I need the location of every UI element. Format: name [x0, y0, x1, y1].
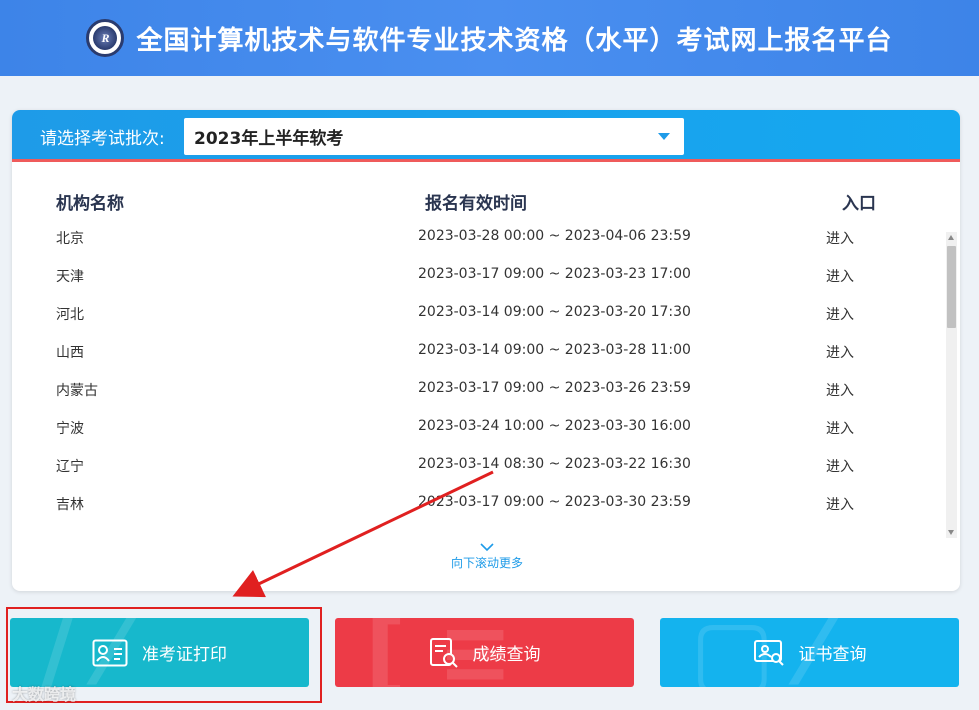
- org-name: 天津: [56, 269, 84, 285]
- ticket-print-label: 准考证打印: [142, 645, 227, 665]
- batch-selected-value: 2023年上半年软考: [194, 129, 344, 149]
- table-row: 辽宁 2023-03-14 08:30 ~ 2023-03-22 16:30 进…: [12, 456, 942, 494]
- org-name: 内蒙古: [56, 383, 98, 399]
- enter-link[interactable]: 进入: [826, 418, 854, 438]
- scroll-more-label: 向下滚动更多: [450, 556, 523, 570]
- table-row: 内蒙古 2023-03-17 09:00 ~ 2023-03-26 23:59 …: [12, 380, 942, 418]
- document-search-icon: [429, 637, 459, 669]
- enter-link[interactable]: 进入: [826, 380, 854, 400]
- table-row: 天津 2023-03-17 09:00 ~ 2023-03-23 17:00 进…: [12, 266, 942, 304]
- org-time: 2023-03-17 09:00 ~ 2023-03-30 23:59: [418, 494, 691, 510]
- scroll-down-icon[interactable]: [948, 530, 954, 535]
- org-time: 2023-03-14 08:30 ~ 2023-03-22 16:30: [418, 456, 691, 472]
- org-time: 2023-03-17 09:00 ~ 2023-03-26 23:59: [418, 380, 691, 396]
- id-card-icon: [92, 639, 128, 667]
- page-title: 全国计算机技术与软件专业技术资格（水平）考试网上报名平台: [136, 25, 893, 56]
- table-row: 河北 2023-03-14 09:00 ~ 2023-03-20 17:30 进…: [12, 304, 942, 342]
- org-name: 吉林: [56, 497, 84, 513]
- column-header-time: 报名有效时间: [425, 194, 527, 214]
- org-time: 2023-03-17 09:00 ~ 2023-03-23 17:00: [418, 266, 691, 282]
- org-time: 2023-03-24 10:00 ~ 2023-03-30 16:00: [418, 418, 691, 434]
- scroll-up-icon[interactable]: [948, 235, 954, 240]
- scroll-thumb[interactable]: [947, 246, 956, 328]
- org-name: 北京: [56, 231, 84, 247]
- enter-link[interactable]: 进入: [826, 342, 854, 362]
- list-scrollbar[interactable]: [946, 232, 957, 538]
- certificate-search-icon: [753, 639, 785, 667]
- chevron-down-icon: [480, 543, 494, 552]
- column-header-name: 机构名称: [56, 194, 124, 214]
- score-query-label: 成绩查询: [472, 645, 541, 665]
- page-header: R 全国计算机技术与软件专业技术资格（水平）考试网上报名平台: [0, 0, 979, 76]
- caret-down-icon: [658, 133, 670, 140]
- org-time: 2023-03-14 09:00 ~ 2023-03-20 17:30: [418, 304, 691, 320]
- enter-link[interactable]: 进入: [826, 228, 854, 248]
- watermark: 大数跨境: [12, 685, 77, 704]
- table-row: 山西 2023-03-14 09:00 ~ 2023-03-28 11:00 进…: [12, 342, 942, 380]
- org-name: 河北: [56, 307, 84, 323]
- enter-link[interactable]: 进入: [826, 494, 854, 514]
- exam-panel: 请选择考试批次: 2023年上半年软考 机构名称 报名有效时间 入口 北京 20…: [12, 110, 960, 591]
- scroll-more-hint[interactable]: 向下滚动更多: [442, 542, 532, 571]
- cert-query-button[interactable]: ▢ ⁄ 证书查询: [660, 618, 959, 687]
- score-query-button[interactable]: [ ≡ 成绩查询: [335, 618, 634, 687]
- enter-link[interactable]: 进入: [826, 304, 854, 324]
- org-name: 山西: [56, 345, 84, 361]
- org-time: 2023-03-14 09:00 ~ 2023-03-28 11:00: [418, 342, 691, 358]
- batch-select[interactable]: 2023年上半年软考: [184, 118, 684, 155]
- table-row: 北京 2023-03-28 00:00 ~ 2023-04-06 23:59 进…: [12, 228, 942, 266]
- cert-query-label: 证书查询: [798, 645, 867, 665]
- logo-icon: R: [86, 19, 125, 57]
- table-row: 宁波 2023-03-24 10:00 ~ 2023-03-30 16:00 进…: [12, 418, 942, 456]
- org-time: 2023-03-28 00:00 ~ 2023-04-06 23:59: [418, 228, 691, 244]
- batch-bar: 请选择考试批次: 2023年上半年软考: [12, 110, 960, 162]
- org-name: 宁波: [56, 421, 84, 437]
- column-header-entry: 入口: [842, 194, 876, 214]
- enter-link[interactable]: 进入: [826, 456, 854, 476]
- ticket-print-button[interactable]: / ⁄ 准考证打印: [10, 618, 309, 687]
- batch-label: 请选择考试批次:: [40, 129, 165, 149]
- table-row: 吉林 2023-03-17 09:00 ~ 2023-03-30 23:59 进…: [12, 494, 942, 532]
- enter-link[interactable]: 进入: [826, 266, 854, 286]
- org-list: 北京 2023-03-28 00:00 ~ 2023-04-06 23:59 进…: [12, 228, 942, 532]
- org-name: 辽宁: [56, 459, 84, 475]
